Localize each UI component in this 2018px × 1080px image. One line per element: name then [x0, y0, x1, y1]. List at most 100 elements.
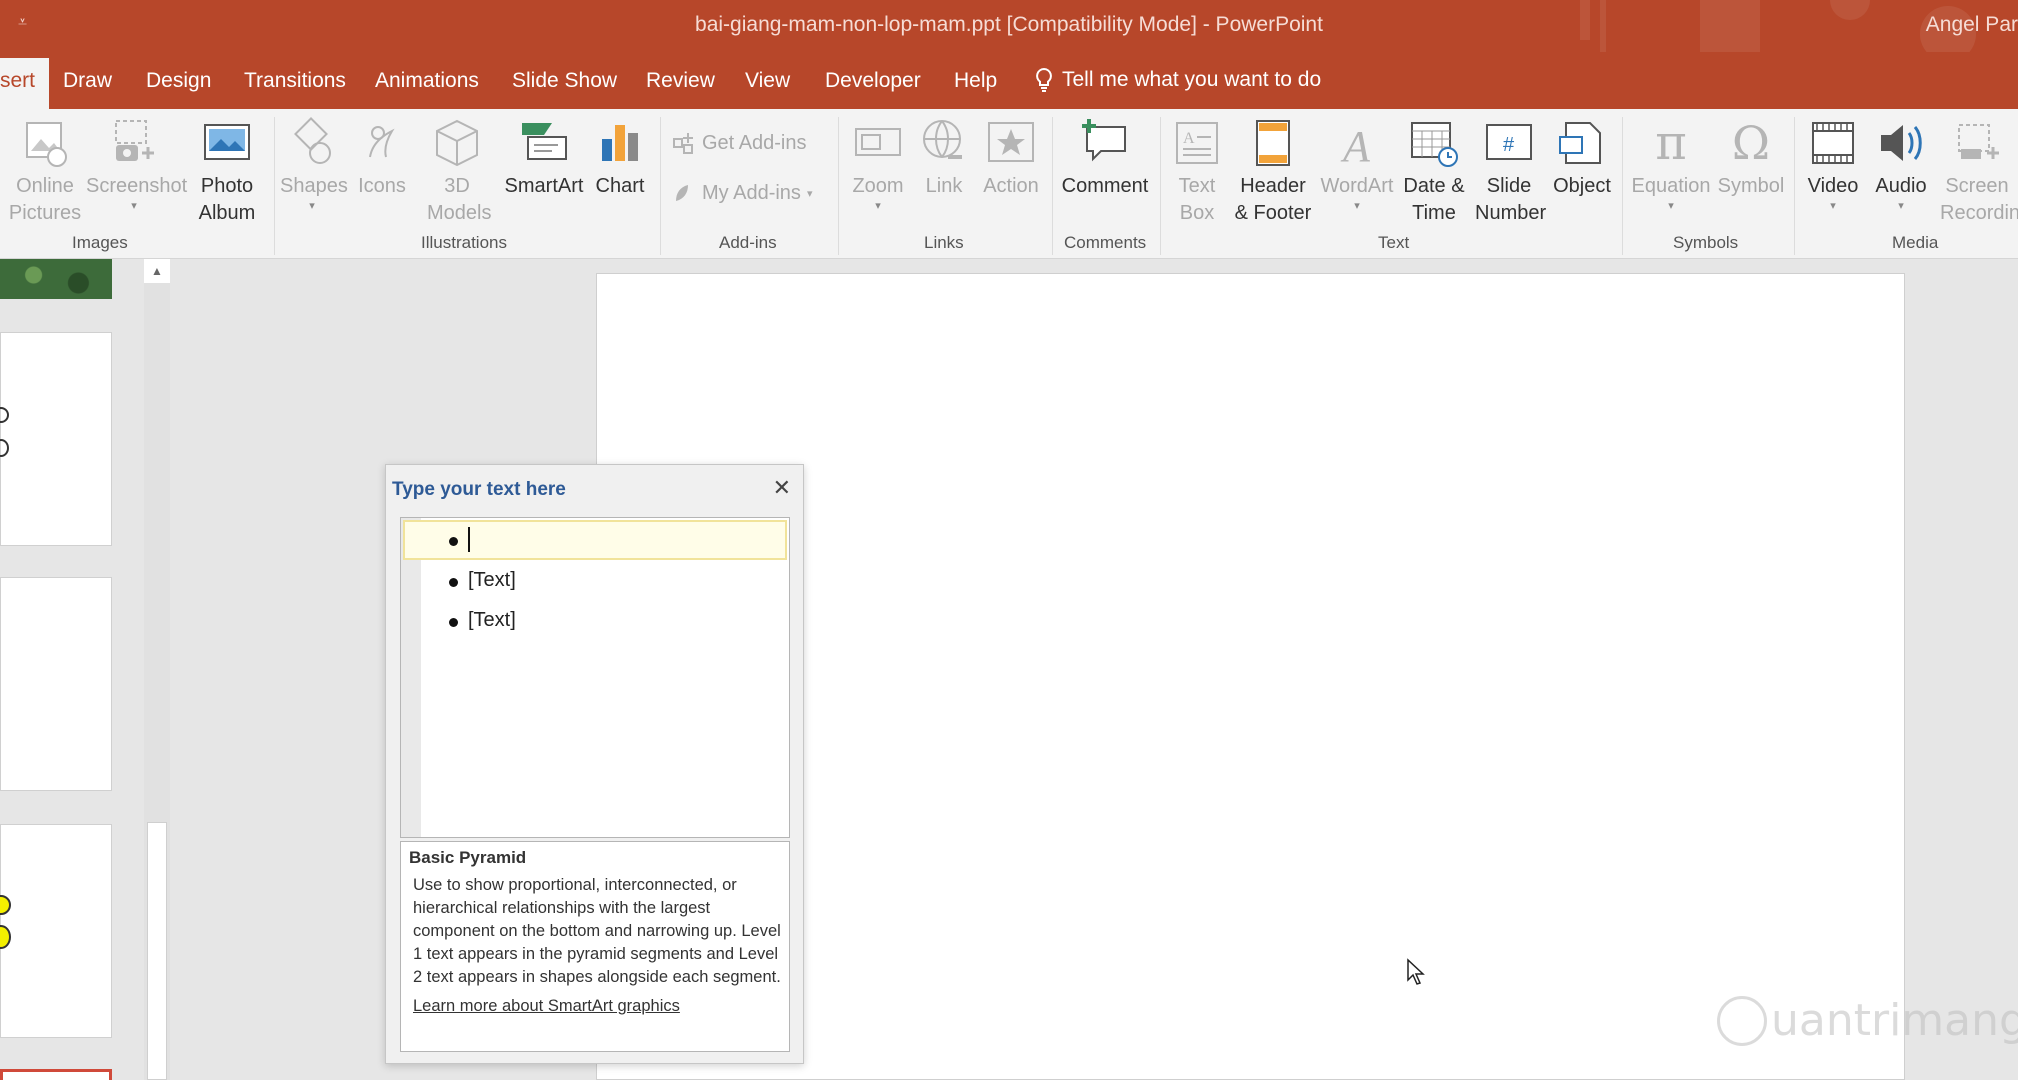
pi-icon: π — [1655, 115, 1687, 171]
wordart-button[interactable]: A WordArt ▾ — [1318, 117, 1396, 212]
media-group-label: Media — [1892, 233, 1939, 252]
get-addins-button[interactable]: Get Add-ins — [672, 131, 807, 155]
tab-review[interactable]: Review — [646, 69, 715, 93]
zoom-dropdown-icon[interactable]: ▾ — [846, 200, 910, 212]
tab-help[interactable]: Help — [954, 69, 997, 93]
slide-number-label: Slide Number — [1475, 175, 1547, 224]
group-separator — [1622, 117, 1623, 255]
tab-developer[interactable]: Developer — [825, 69, 921, 93]
header-footer-label: Header & Footer — [1234, 175, 1312, 224]
icons-button[interactable]: Icons — [350, 117, 414, 200]
slide-thumbnail[interactable] — [0, 577, 112, 791]
text-pane-title: Type your text here — [392, 479, 566, 500]
svg-text:#: # — [1503, 134, 1515, 156]
shapes-button[interactable]: Shapes ▾ — [280, 117, 348, 212]
screen-recording-button[interactable]: Screen Recordin — [1940, 117, 2018, 227]
slide-thumbnails-pane — [0, 259, 140, 1080]
my-addins-button[interactable]: My Add-ins ▾ — [672, 181, 812, 205]
tab-view[interactable]: View — [745, 69, 790, 93]
layout-name: Basic Pyramid — [409, 848, 527, 867]
scrollbar-thumb[interactable] — [147, 822, 167, 1080]
photo-album-button[interactable]: Photo Album — [186, 117, 268, 227]
tab-design[interactable]: Design — [146, 69, 211, 93]
speaker-icon — [1881, 125, 1922, 161]
window-title: bai-giang-mam-non-lop-mam.ppt [Compatibi… — [695, 13, 1323, 36]
ribbon-tabs: sert Draw Design Transitions Animations … — [0, 52, 2018, 109]
text-pane-item[interactable]: [Text] — [403, 601, 787, 641]
online-pictures-button[interactable]: Online Pictures — [8, 117, 82, 227]
thumbnails-scrollbar[interactable]: ▲ — [144, 259, 170, 1080]
3d-models-button[interactable]: 3D Models — [420, 117, 494, 227]
slide-thumbnail[interactable] — [0, 824, 112, 1038]
text-box-button[interactable]: A Text Box — [1166, 117, 1228, 227]
object-label: Object — [1553, 175, 1611, 197]
learn-more-link[interactable]: Learn more about SmartArt graphics — [413, 997, 680, 1016]
wordart-dropdown-icon[interactable]: ▾ — [1318, 200, 1396, 212]
slide-thumbnail-selected[interactable] — [0, 1069, 112, 1080]
date-time-label: Date & Time — [1403, 175, 1465, 224]
get-addins-icon — [673, 133, 693, 154]
cube-icon — [436, 119, 478, 167]
thumbnail-shape — [0, 407, 9, 423]
symbols-group-label: Symbols — [1673, 233, 1739, 252]
bullet-icon — [449, 578, 458, 587]
link-label: Link — [925, 175, 963, 197]
group-separator — [274, 117, 275, 255]
video-button[interactable]: Video ▾ — [1800, 117, 1866, 212]
comments-group-label: Comments — [1064, 233, 1147, 252]
text-pane-item[interactable] — [403, 520, 787, 560]
online-pictures-label: Online Pictures — [8, 175, 82, 224]
text-pane-item-text: [Text] — [468, 609, 516, 631]
comment-button[interactable]: Comment — [1058, 117, 1152, 200]
tab-insert[interactable]: sert — [0, 58, 50, 109]
audio-dropdown-icon[interactable]: ▾ — [1868, 200, 1934, 212]
user-name[interactable]: Angel Par — [1926, 13, 2018, 37]
smartart-text-pane: Type your text here ✕ [Text] [Text] Basi… — [385, 464, 804, 1064]
text-box-label: Text Box — [1178, 175, 1216, 224]
close-icon[interactable]: ✕ — [773, 475, 791, 501]
equation-button[interactable]: π Equation ▾ — [1628, 117, 1714, 212]
my-addins-label: My Add-ins — [702, 181, 801, 204]
film-icon — [1812, 122, 1854, 164]
text-pane-editor[interactable]: [Text] [Text] — [400, 517, 790, 838]
group-separator — [1052, 117, 1053, 255]
symbol-button[interactable]: Ω Symbol — [1714, 117, 1788, 200]
video-label: Video — [1807, 175, 1859, 197]
icons-label: Icons — [358, 175, 406, 197]
slide-thumbnail[interactable] — [0, 332, 112, 546]
chart-icon — [602, 125, 638, 161]
my-addins-dropdown-icon[interactable]: ▾ — [807, 187, 813, 200]
screen-recording-label: Screen Recordin — [1940, 175, 2018, 224]
object-button[interactable]: Object — [1548, 117, 1616, 200]
chart-button[interactable]: Chart — [592, 117, 648, 200]
smartart-button[interactable]: SmartArt — [500, 117, 588, 200]
screenshot-dropdown-icon[interactable]: ▾ — [86, 200, 182, 212]
tab-draw[interactable]: Draw — [63, 69, 112, 93]
calendar-clock-icon — [1411, 122, 1458, 167]
scroll-up-icon[interactable]: ▲ — [144, 259, 170, 283]
date-time-button[interactable]: Date & Time — [1396, 117, 1472, 227]
group-separator — [660, 117, 661, 255]
3d-models-label: 3D Models — [427, 175, 492, 224]
ribbon: Online Pictures Screenshot ▾ Photo Album… — [0, 109, 2018, 259]
equation-dropdown-icon[interactable]: ▾ — [1628, 200, 1714, 212]
tab-slide-show[interactable]: Slide Show — [512, 69, 617, 93]
text-cursor — [468, 527, 470, 552]
shapes-dropdown-icon[interactable]: ▾ — [280, 200, 344, 212]
tell-me-box[interactable]: Tell me what you want to do — [1034, 67, 1321, 93]
video-dropdown-icon[interactable]: ▾ — [1800, 200, 1866, 212]
zoom-button[interactable]: Zoom ▾ — [846, 117, 910, 212]
action-button[interactable]: Action — [978, 117, 1044, 200]
slide-thumbnail[interactable] — [0, 259, 112, 299]
tab-animations[interactable]: Animations — [375, 69, 479, 93]
text-pane-item[interactable]: [Text] — [403, 561, 787, 601]
screenshot-button[interactable]: Screenshot ▾ — [86, 117, 187, 212]
header-footer-button[interactable]: Header & Footer — [1228, 117, 1318, 227]
tab-transitions[interactable]: Transitions — [244, 69, 346, 93]
layout-description: Basic Pyramid Use to show proportional, … — [400, 841, 790, 1052]
svg-text:A: A — [1340, 122, 1371, 169]
link-button[interactable]: Link — [914, 117, 974, 200]
watermark-logo-icon — [1717, 995, 1767, 1046]
slide-number-button[interactable]: # Slide Number — [1472, 117, 1546, 227]
audio-button[interactable]: Audio ▾ — [1868, 117, 1934, 212]
